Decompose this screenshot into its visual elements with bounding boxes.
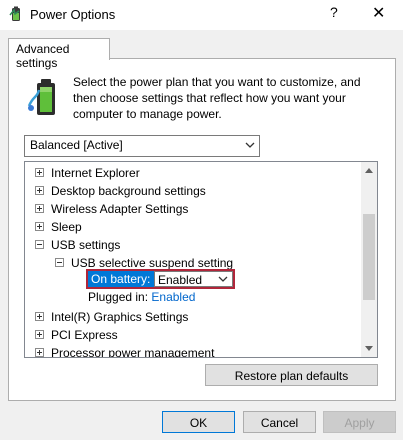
- settings-tree[interactable]: Internet Explorer Desktop background set…: [24, 161, 378, 358]
- restore-defaults-button[interactable]: Restore plan defaults: [205, 364, 378, 386]
- collapse-minus-icon[interactable]: [55, 258, 64, 267]
- on-battery-select[interactable]: Enabled: [154, 271, 233, 287]
- tab-advanced-settings[interactable]: Advanced settings: [8, 38, 110, 70]
- plugged-in-label: Plugged in:: [88, 290, 149, 304]
- on-battery-setting[interactable]: On battery: Enabled: [86, 269, 235, 289]
- tree-item-label: Sleep: [51, 220, 82, 234]
- expand-plus-icon[interactable]: [35, 330, 44, 339]
- on-battery-label: On battery:: [88, 271, 157, 287]
- description-text: Select the power plan that you want to c…: [73, 75, 361, 121]
- on-battery-value: Enabled: [158, 273, 203, 287]
- tree-item-label: USB settings: [51, 238, 121, 252]
- scrollbar-thumb[interactable]: [363, 214, 375, 300]
- close-button[interactable]: ✕: [372, 3, 385, 23]
- collapse-minus-icon[interactable]: [35, 240, 44, 249]
- title-bar: Power Options ? ✕: [0, 0, 403, 30]
- plugged-in-value[interactable]: Enabled: [151, 290, 195, 304]
- tree-item-label: Intel(R) Graphics Settings: [51, 310, 189, 324]
- tree-item-label: Internet Explorer: [51, 166, 140, 180]
- cancel-button[interactable]: Cancel: [243, 411, 316, 433]
- scroll-down-icon[interactable]: [365, 346, 373, 352]
- power-plan-select[interactable]: Balanced [Active]: [24, 135, 260, 157]
- expand-plus-icon[interactable]: [35, 168, 44, 177]
- window-title: Power Options: [30, 7, 116, 22]
- expand-plus-icon[interactable]: [35, 348, 44, 357]
- power-plan-value: Balanced [Active]: [30, 138, 123, 152]
- expand-plus-icon[interactable]: [35, 312, 44, 321]
- tab-label: Advanced settings: [16, 42, 70, 70]
- scroll-up-icon[interactable]: [365, 167, 373, 173]
- ok-button[interactable]: OK: [162, 411, 235, 433]
- expand-plus-icon[interactable]: [35, 222, 44, 231]
- expand-plus-icon[interactable]: [35, 204, 44, 213]
- help-button[interactable]: ?: [330, 4, 338, 20]
- battery-icon: [27, 79, 55, 115]
- tree-item-label: PCI Express: [51, 328, 118, 342]
- tree-item-label: Desktop background settings: [51, 184, 206, 198]
- apply-button[interactable]: Apply: [323, 411, 396, 433]
- plugged-in-setting: Plugged in: Enabled: [88, 290, 195, 304]
- tree-item-label: Wireless Adapter Settings: [51, 202, 189, 216]
- tree-scrollbar[interactable]: [361, 162, 377, 357]
- chevron-down-icon: [245, 142, 255, 148]
- power-options-icon: [9, 6, 20, 21]
- tree-item-label: Processor power management: [51, 346, 215, 358]
- expand-plus-icon[interactable]: [35, 186, 44, 195]
- chevron-down-icon: [218, 276, 228, 282]
